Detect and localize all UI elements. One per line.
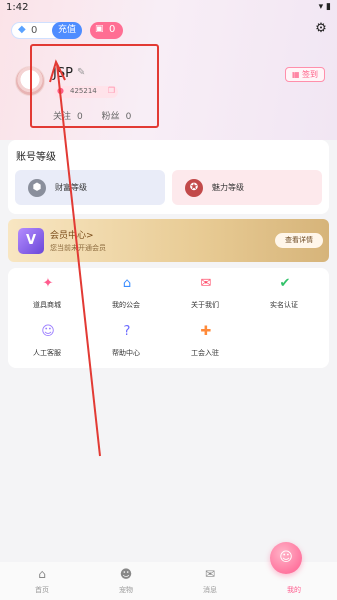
profile-page: 1:42 ▾ ▮ ◆ 0 充值 ▣ 0 ⚙ JSP ✎ ● 425214 ❐ 关… (0, 0, 337, 600)
tab-label: 我的 (287, 586, 301, 594)
tab-messages[interactable]: ✉ 消息 (168, 562, 252, 600)
tab-label: 宠物 (119, 586, 133, 594)
home-tab-icon: ⌂ (38, 567, 46, 581)
message-tab-icon: ✉ (204, 567, 216, 581)
pet-tab-icon: ☻ (119, 567, 133, 581)
profile-tab-icon[interactable]: ☺ (270, 542, 302, 574)
tab-home[interactable]: ⌂ 首页 (0, 562, 84, 600)
tab-pet[interactable]: ☻ 宠物 (84, 562, 168, 600)
tab-label: 首页 (35, 586, 49, 594)
annotation-highlight-box (30, 44, 159, 128)
tab-label: 消息 (203, 586, 217, 594)
